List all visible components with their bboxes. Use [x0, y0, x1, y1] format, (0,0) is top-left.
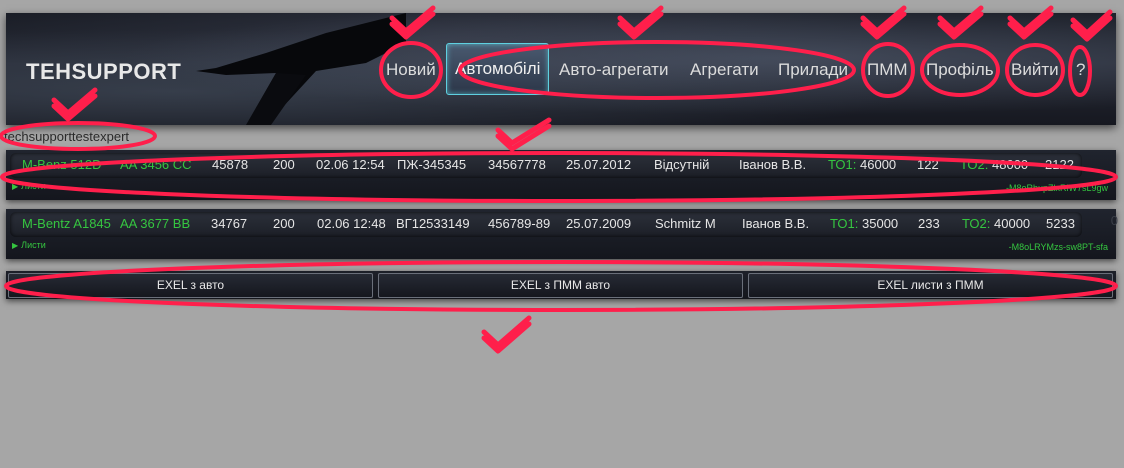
to2-label: ТО2:	[962, 216, 991, 231]
vehicle-row[interactable]: M-Bentz A1845 AA 3677 BB 34767 200 02.06…	[10, 212, 1082, 237]
vehicle-datetime: 02.06 12:48	[317, 216, 386, 231]
vehicle-mileage: 45878	[212, 157, 249, 172]
vehicle-code: -M8oLRYMzs-sw8PT-sfa	[1008, 242, 1108, 252]
export-fuel-cars-button[interactable]: EXEL з ПММ авто	[378, 273, 743, 298]
vehicle-date: 25.07.2009	[566, 216, 632, 231]
to2-rest: 5233	[1046, 216, 1075, 231]
vehicle-plate: AA 3677 BB	[120, 216, 191, 231]
vehicle-code: -M8oRbupZlxRlW7sL9gw	[1005, 183, 1108, 193]
vehicle-capacity: 200	[273, 216, 295, 231]
vehicle-row[interactable]: M-Benz 512D AA 3456 CC 45878 200 02.06 1…	[10, 153, 1082, 178]
username-label: techsupporttestexpert	[4, 129, 130, 144]
vehicle-plate: AA 3456 CC	[120, 157, 192, 172]
vehicle-driver: Іванов В.В.	[739, 157, 807, 172]
to1-rest: 233	[918, 216, 940, 231]
vehicle-datetime: 02.06 12:54	[316, 157, 385, 172]
header-bar: TEHSUPPORT Новий Автомобілі Авто-агрегат…	[6, 13, 1116, 125]
export-cars-button[interactable]: EXEL з авто	[8, 273, 373, 298]
nav-new[interactable]: Новий	[386, 57, 436, 83]
vehicle-driver: Іванов В.В.	[742, 216, 810, 231]
triangle-right-icon: ▶	[12, 241, 19, 250]
vehicle-number2: 456789-89	[488, 216, 551, 231]
vehicle-mileage: 34767	[211, 216, 248, 231]
check-mark-icon	[481, 315, 532, 348]
to1-value: 35000	[862, 216, 899, 231]
vehicle-date: 25.07.2012	[566, 157, 632, 172]
vehicle-card: M-Bentz A1845 AA 3677 BB 34767 200 02.06…	[6, 209, 1118, 259]
nav-profile[interactable]: Профіль	[926, 57, 994, 83]
sheets-label: Листи	[21, 240, 46, 250]
extra-value: 0	[1110, 213, 1118, 228]
export-bar: EXEL з авто EXEL з ПММ авто EXEL листи з…	[6, 271, 1116, 299]
main-nav: Новий Автомобілі Авто-агрегати Агрегати …	[6, 13, 1116, 125]
to2-value: 48000	[992, 157, 1029, 172]
to2-value: 40000	[994, 216, 1031, 231]
nav-car-units[interactable]: Авто-агрегати	[559, 57, 668, 83]
vehicle-capacity: 200	[273, 157, 295, 172]
to2-label: ТО2:	[960, 157, 989, 172]
to1-label: ТО1:	[830, 216, 859, 231]
nav-cars[interactable]: Автомобілі	[446, 43, 550, 95]
check-mark-icon	[481, 321, 532, 354]
to1-rest: 122	[917, 157, 939, 172]
vehicle-number1: ВГ12533149	[396, 216, 470, 231]
nav-help[interactable]: ?	[1076, 57, 1085, 83]
vehicle-owner: Відсутній	[654, 157, 710, 172]
triangle-right-icon: ▶	[12, 182, 19, 191]
to2-rest: 2122	[1045, 157, 1074, 172]
vehicle-owner: Schmitz M	[655, 216, 716, 231]
sheets-toggle[interactable]: ▶ Листи	[12, 181, 46, 191]
vehicle-number1: ПЖ-345345	[397, 157, 467, 172]
to1-value: 46000	[860, 157, 897, 172]
nav-fuel[interactable]: ПММ	[867, 57, 908, 83]
vehicle-model[interactable]: M-Benz 512D	[22, 157, 101, 172]
sheets-toggle[interactable]: ▶ Листи	[12, 240, 46, 250]
vehicle-model[interactable]: M-Bentz A1845	[22, 216, 111, 231]
export-fuel-sheets-button[interactable]: EXEL листи з ПММ	[748, 273, 1113, 298]
vehicle-card: M-Benz 512D AA 3456 CC 45878 200 02.06 1…	[6, 150, 1116, 200]
to1-label: ТО1:	[828, 157, 857, 172]
sheets-label: Листи	[21, 181, 46, 191]
vehicle-number2: 34567778	[488, 157, 546, 172]
nav-devices[interactable]: Прилади	[778, 57, 848, 83]
nav-logout[interactable]: Вийти	[1011, 57, 1059, 83]
nav-units[interactable]: Агрегати	[690, 57, 759, 83]
check-mark-icon	[495, 123, 552, 152]
